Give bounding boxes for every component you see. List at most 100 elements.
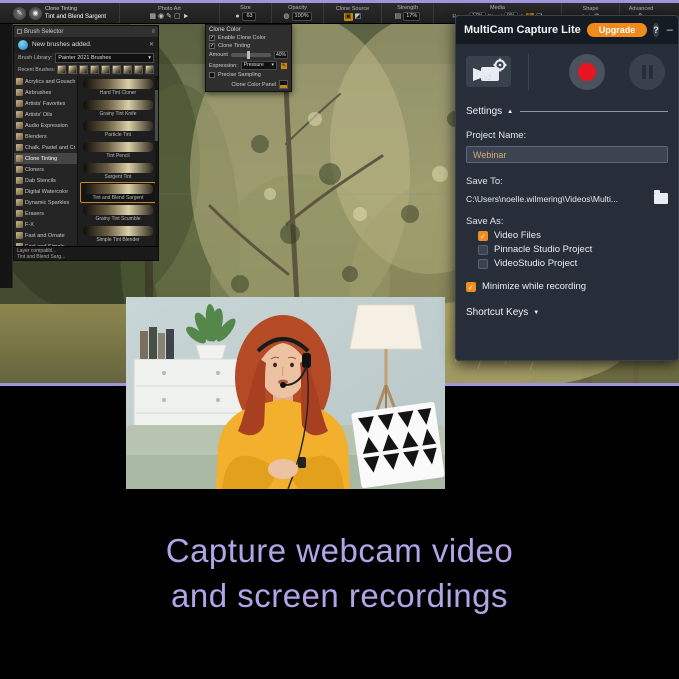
multicam-titlebar[interactable]: MultiCam Capture Lite Upgrade ? – ✕ (456, 16, 678, 44)
project-name-input[interactable] (466, 146, 668, 163)
recent-brush-thumbnail[interactable] (68, 65, 77, 74)
capture-sources-button[interactable]: x2 (466, 56, 511, 87)
brush-category-item[interactable]: Dynamic Sparkles (14, 197, 77, 208)
paint-tool[interactable] (1, 143, 12, 155)
brush-category-item[interactable]: Cloners (14, 164, 77, 175)
brush-category-item[interactable]: Chalk, Pastel and Crayons (14, 142, 77, 153)
save-as-option[interactable]: Pinnacle Studio Project (478, 244, 668, 255)
gradient-tool[interactable] (1, 195, 12, 207)
size-value[interactable]: 63 (242, 12, 256, 21)
shortcut-keys-toggle[interactable]: Shortcut Keys ▼ (466, 307, 668, 318)
brush-variant-item[interactable]: Tint and Blend Sargent (80, 182, 156, 203)
brush-category-item[interactable]: Digital Watercolor (14, 186, 77, 197)
target-tool[interactable] (1, 208, 12, 220)
brush-category-item[interactable]: Erasers (14, 208, 77, 219)
checkbox[interactable] (209, 72, 215, 78)
brush-category-item[interactable]: Dab Stencils (14, 175, 77, 186)
clone-source-active-icon[interactable]: ▣ (344, 13, 353, 21)
checkbox[interactable] (478, 259, 488, 269)
lasso-tool[interactable] (1, 91, 12, 103)
grid-tool[interactable] (1, 247, 12, 259)
photo-art-pencil-icon[interactable]: ✎ (166, 13, 172, 21)
clone-source-alt-icon[interactable]: ◩ (355, 13, 362, 21)
brush-variant-item[interactable]: Grainy Tint Knife (80, 98, 156, 119)
dropper-tool[interactable] (1, 52, 12, 64)
brush-category-item[interactable]: F-X (14, 219, 77, 230)
active-brush-info[interactable]: ✎ ◉ Clone Tinting Tint and Blend Sargent (0, 3, 120, 23)
brush-variant-item[interactable]: Sargent Tint (80, 161, 156, 182)
brush-tool[interactable] (1, 26, 12, 38)
minimize-while-recording-option[interactable]: Minimize while recording (466, 281, 668, 292)
brush-variant-item[interactable]: Grainy Tint Scumble (80, 203, 156, 224)
folder-browse-icon[interactable] (654, 193, 668, 204)
brush-variant-item[interactable]: Particle Tint (80, 119, 156, 140)
brush-variant-item[interactable]: Hard Tint Cloner (80, 77, 156, 98)
upgrade-button[interactable]: Upgrade (587, 23, 648, 37)
magic-wand-tool[interactable] (1, 78, 12, 90)
recent-brush-thumbnail[interactable] (134, 65, 143, 74)
expression-settings-icon[interactable]: ✎ (280, 62, 288, 70)
recent-brush-thumbnail[interactable] (101, 65, 110, 74)
checkbox[interactable] (209, 35, 215, 41)
brush-variant-icon[interactable]: ◉ (29, 7, 42, 20)
zoom-tool[interactable] (1, 182, 12, 194)
brush-category-item[interactable]: Clone Tinting (14, 153, 77, 164)
brush-category-item[interactable]: Acrylics and Gouache (14, 76, 77, 87)
cloner-tool[interactable] (1, 39, 12, 51)
photo-art-grid-icon[interactable]: ▦ (149, 13, 156, 21)
brush-category-item[interactable]: Audio Expression (14, 120, 77, 131)
amount-slider[interactable] (231, 53, 271, 57)
brush-category-icon[interactable]: ✎ (13, 7, 26, 20)
strength-value[interactable]: 17% (403, 12, 420, 21)
recent-brush-thumbnail[interactable] (79, 65, 88, 74)
recent-brush-thumbnail[interactable] (112, 65, 121, 74)
clone-color-option[interactable]: Enable Clone Color (209, 35, 288, 41)
pause-button[interactable] (629, 54, 665, 90)
checkbox[interactable] (478, 231, 488, 241)
settings-toggle[interactable]: Settings ▲ (466, 106, 668, 117)
brush-category-item[interactable]: Artists' Oils (14, 109, 77, 120)
record-button[interactable] (569, 54, 605, 90)
brush-category-item[interactable]: Fast and Ornate (14, 230, 77, 241)
layer-tool[interactable] (1, 169, 12, 181)
amount-value[interactable]: 40% (274, 51, 288, 59)
expression-dropdown[interactable]: Pressure ▾ (241, 61, 277, 70)
clone-color-option[interactable]: Clone Tinting (209, 43, 288, 49)
brush-category-item[interactable]: Artists' Favorites (14, 98, 77, 109)
opacity-value[interactable]: 100% (292, 12, 312, 21)
save-as-option[interactable]: Video Files (478, 230, 668, 241)
opacity-icon[interactable]: ◍ (283, 13, 289, 21)
brush-variant-item[interactable]: Tint Pencil (80, 140, 156, 161)
photo-art-frame-icon[interactable]: ▢ (174, 13, 181, 21)
brush-library-dropdown[interactable]: Painter 2021 Brushes ▾ (55, 53, 154, 63)
recent-brush-thumbnail[interactable] (90, 65, 99, 74)
save-as-option[interactable]: VideoStudio Project (478, 258, 668, 269)
brush-category-item[interactable]: Blenders (14, 131, 77, 142)
brush-category-item[interactable]: Airbrushes (14, 87, 77, 98)
rotate-tool[interactable] (1, 234, 12, 246)
clone-color-panel-icon[interactable] (279, 80, 288, 89)
checkbox[interactable] (478, 245, 488, 255)
eraser-tool[interactable] (1, 156, 12, 168)
panel-menu-icon[interactable]: ≡ (151, 29, 155, 35)
recent-brush-thumbnail[interactable] (145, 65, 154, 74)
shape-tool[interactable] (1, 130, 12, 142)
strength-icon[interactable]: ▤ (395, 13, 402, 21)
minimize-icon[interactable]: – (665, 24, 675, 36)
crop-tool[interactable] (1, 65, 12, 77)
mixer-tool[interactable] (1, 221, 12, 233)
recent-brush-thumbnail[interactable] (123, 65, 132, 74)
scissors-tool[interactable] (1, 117, 12, 129)
brush-variant-item[interactable]: Simple Tint Blender (80, 224, 156, 245)
notification-close-icon[interactable]: ✕ (149, 41, 154, 48)
photo-art-target-icon[interactable]: ◉ (158, 13, 164, 21)
checkbox[interactable] (466, 282, 476, 292)
text-tool[interactable] (1, 104, 12, 116)
scrollbar[interactable] (155, 76, 158, 246)
size-icon[interactable]: ● (235, 13, 239, 21)
clone-color-panel-button[interactable]: Clone Color Panel (231, 82, 276, 88)
recent-brush-thumbnail[interactable] (57, 65, 66, 74)
help-icon[interactable]: ? (653, 23, 659, 37)
checkbox[interactable] (209, 43, 215, 49)
brush-selector-titlebar[interactable]: Brush Selector ≡ (14, 26, 158, 37)
